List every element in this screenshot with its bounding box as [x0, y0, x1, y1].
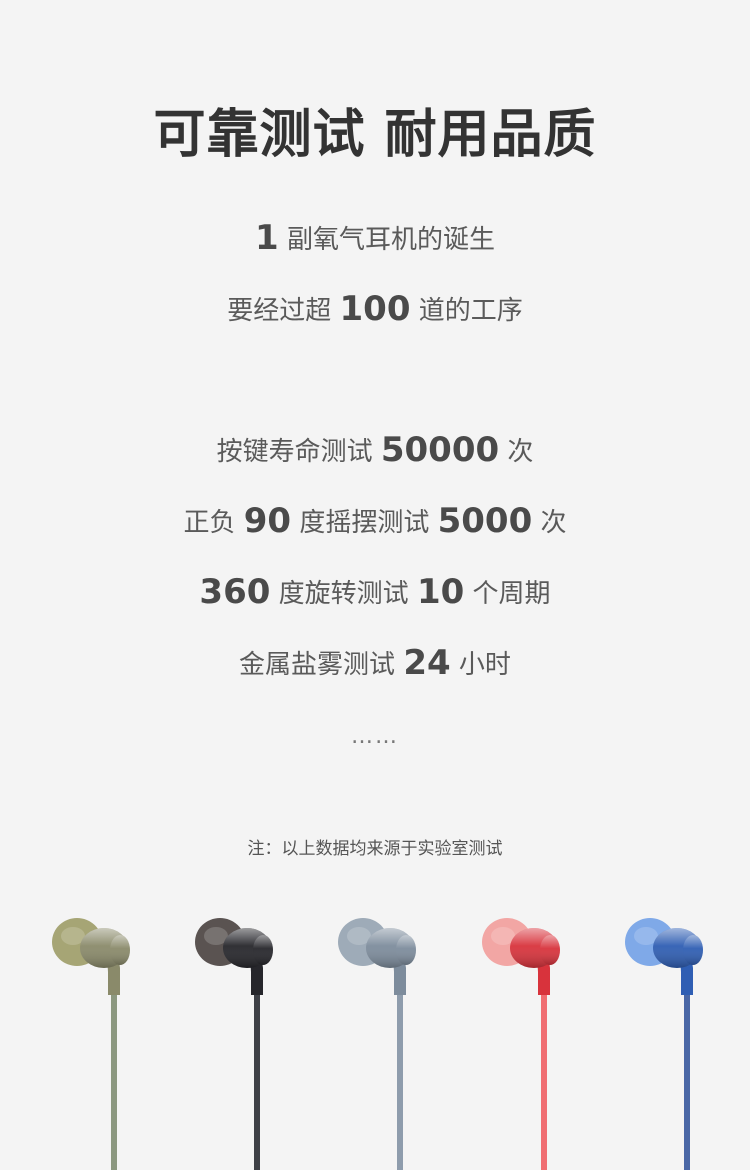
page-title: 可靠测试 耐用品质	[153, 105, 597, 165]
footnote: 注：以上数据均来源于实验室测试	[247, 839, 503, 859]
earphone-red	[482, 918, 560, 1170]
test-unit: 次	[507, 437, 534, 467]
earphone-cable	[541, 975, 547, 1170]
intro-line-2-post: 道的工序	[418, 296, 523, 326]
earphone-cap-shine	[110, 935, 130, 965]
earphone-cable	[684, 975, 690, 1170]
test-label: 按键寿命测试	[216, 437, 373, 467]
test-line-salt-spray: 金属盐雾测试 24 小时	[0, 643, 750, 685]
earphone-count: 1	[255, 218, 279, 258]
earphone-olive	[52, 918, 130, 1170]
earphone-color-lineup	[52, 918, 703, 1170]
intro-line-2: 要经过超 100 道的工序	[0, 289, 750, 331]
test-label: 度旋转测试	[278, 579, 409, 609]
intro-line-1: 1 副氧气耳机的诞生	[0, 218, 750, 260]
process-count: 100	[339, 289, 411, 329]
test-line-button-life: 按键寿命测试 50000 次	[0, 430, 750, 472]
earphone-cap-shine	[683, 935, 703, 965]
test-value: 50000	[380, 430, 500, 470]
earphone-grey-blue	[338, 918, 416, 1170]
test-value: 10	[416, 572, 465, 612]
product-detail-page: 可靠测试 耐用品质 1 副氧气耳机的诞生 要经过超 100 道的工序 按键寿命测…	[0, 0, 750, 1170]
test-label: 度摇摆测试	[299, 508, 430, 538]
test-label: 金属盐雾测试	[239, 650, 396, 680]
intro-line-1-text: 副氧气耳机的诞生	[286, 225, 495, 255]
test-line-rotation: 360 度旋转测试 10 个周期	[0, 572, 750, 614]
test-value: 24	[403, 643, 451, 683]
earphone-cap-shine	[396, 935, 416, 965]
earphone-cap-shine	[253, 935, 273, 965]
earphone-blue	[625, 918, 703, 1170]
earphone-cable	[254, 975, 260, 1170]
test-label-pre: 正负	[183, 508, 236, 538]
earphone-cap-shine	[540, 935, 560, 965]
test-unit: 个周期	[472, 579, 551, 609]
intro-line-2-pre: 要经过超	[227, 296, 332, 326]
earphone-black	[195, 918, 273, 1170]
test-unit: 小时	[458, 650, 511, 680]
test-unit: 次	[540, 508, 567, 538]
test-angle: 90	[243, 501, 292, 541]
ellipsis: ……	[351, 724, 399, 749]
test-line-swing: 正负 90 度摇摆测试 5000 次	[0, 501, 750, 543]
earphone-cable	[111, 975, 117, 1170]
test-value: 5000	[437, 501, 533, 541]
test-angle: 360	[199, 572, 271, 612]
earphone-cable	[397, 975, 403, 1170]
